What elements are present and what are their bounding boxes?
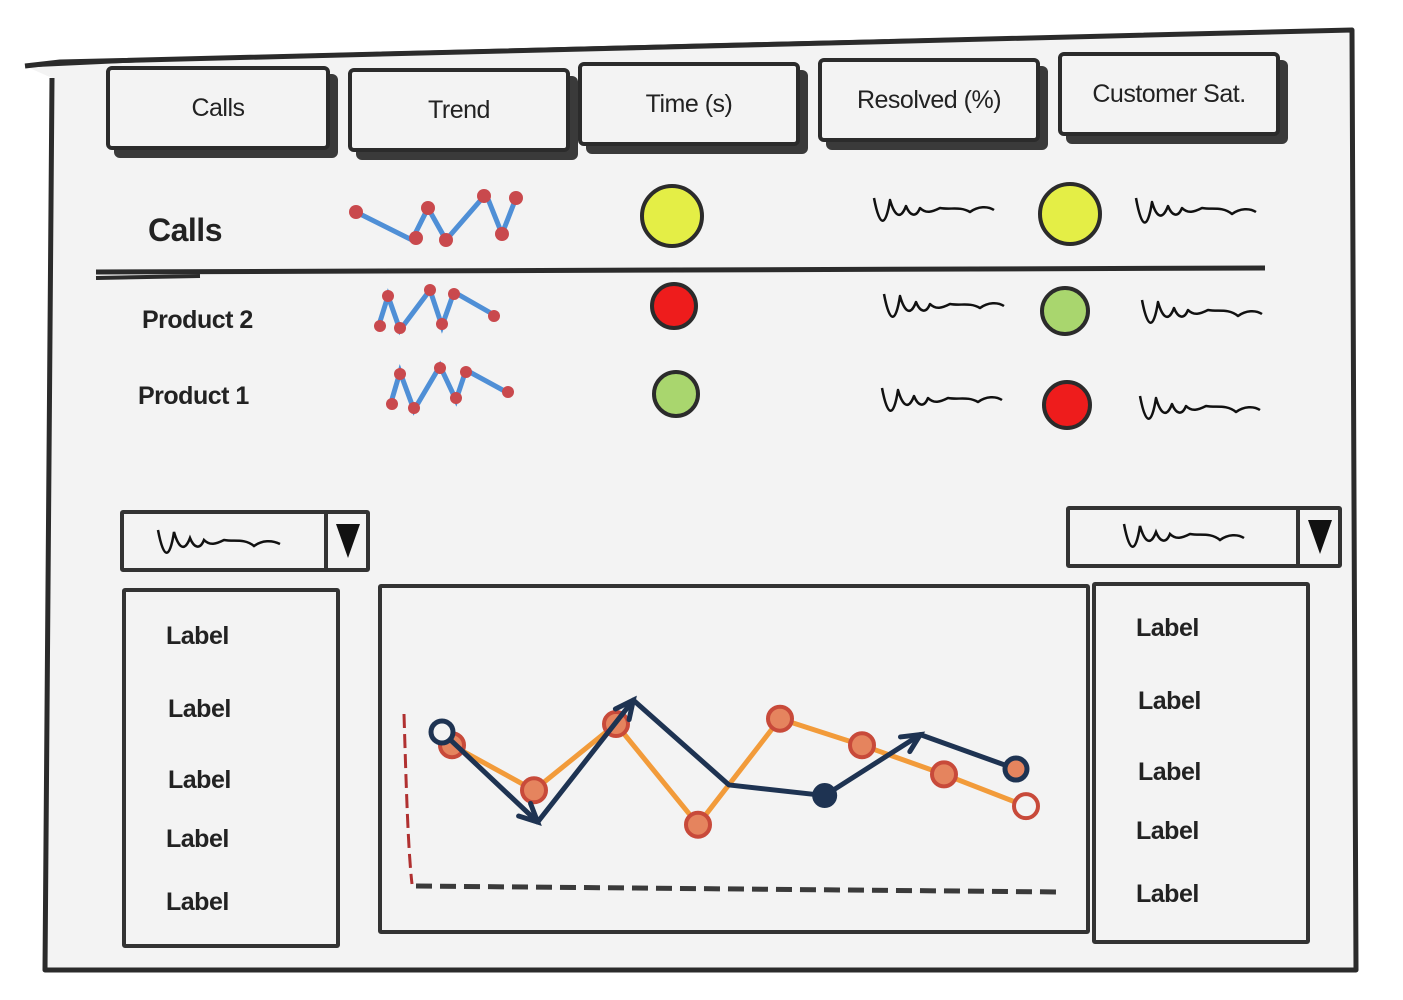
chart-x-axis xyxy=(415,883,1063,895)
series-1-point xyxy=(766,704,794,733)
series-1-point xyxy=(930,760,958,789)
series-1-point xyxy=(1012,792,1040,821)
chart-series xyxy=(428,695,1040,839)
line-chart xyxy=(402,695,1063,895)
series-2-point xyxy=(812,783,838,809)
dashboard-sketch: Calls Trend Time (s) Resolved (%) Custom… xyxy=(0,0,1403,1000)
series-1-point xyxy=(520,776,548,805)
series-1-point xyxy=(684,810,712,839)
chart-y-axis xyxy=(402,713,414,885)
series-2-point xyxy=(428,718,456,746)
series-2-point xyxy=(1002,755,1030,783)
series-1-point xyxy=(848,731,876,760)
